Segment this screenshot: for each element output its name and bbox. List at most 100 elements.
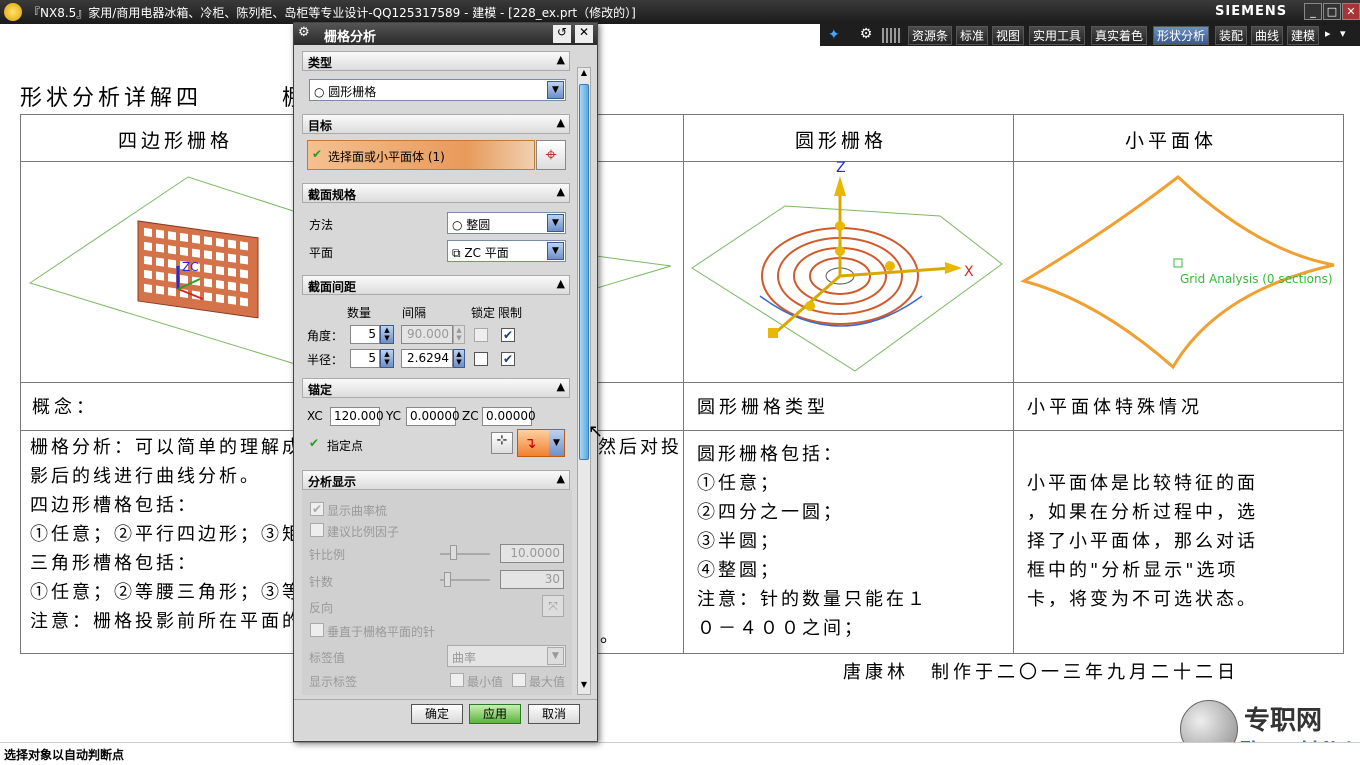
section-target-header[interactable]: 目标 ▲ (302, 114, 570, 134)
maximize-button[interactable]: □ (1323, 3, 1341, 20)
xc-input[interactable]: 120.000 (330, 407, 384, 426)
method-dropdown[interactable]: ○ 整圆 ▼ (447, 212, 566, 234)
plane-dropdown[interactable]: ⧉ ZC 平面 ▼ (447, 240, 566, 262)
tag-value-label: 标签值 (309, 651, 346, 665)
text-line: ④整圆； (697, 560, 781, 581)
dialog-gear-icon[interactable]: ⚙ (298, 25, 310, 40)
circle-icon: ○ (452, 218, 467, 232)
yc-label: YC (386, 409, 402, 423)
mouse-cursor-icon: ↖ (588, 421, 604, 442)
section-display-header[interactable]: 分析显示 ▲ (302, 470, 570, 490)
zc-input[interactable]: 0.00000 (482, 407, 536, 426)
tab-true-shading[interactable]: 真实着色 (1091, 26, 1148, 45)
radius-lock-checkbox[interactable] (474, 352, 488, 366)
chevron-down-icon[interactable]: ▼ (547, 242, 564, 260)
tab-curve[interactable]: 曲线 (1251, 26, 1284, 45)
radius-limit-checkbox[interactable]: ✔ (501, 352, 515, 366)
toolbar-options-icon[interactable]: ▾ (1340, 27, 1356, 43)
collapse-icon[interactable]: ▲ (557, 53, 565, 66)
scroll-thumb[interactable] (579, 84, 589, 460)
collapse-icon[interactable]: ▲ (557, 185, 565, 198)
brand-label: SIEMENS (1215, 4, 1288, 19)
scroll-up-icon[interactable]: ▲ (579, 68, 589, 82)
col1-text: 栅格分析：可以简单的理解成 影后的线进行曲线分析。 四边形槽格包括： ①任意；②… (30, 433, 303, 636)
minimize-button[interactable]: _ (1304, 3, 1322, 20)
facet-special-label: 小平面体特殊情况 (1027, 397, 1203, 418)
section-spacing-header[interactable]: 截面间距 ▲ (302, 275, 570, 295)
tab-standard[interactable]: 标准 (956, 26, 989, 45)
point-type-button[interactable]: ↴ ▼ (517, 429, 565, 457)
collapse-icon[interactable]: ▲ (557, 116, 565, 129)
tab-shape-analysis[interactable]: 形状分析 (1153, 26, 1210, 45)
grid-icon[interactable] (882, 28, 902, 43)
dialog-title: 栅格分析 (324, 30, 377, 45)
text-line: 卡，将变为不可选状态。 (1027, 589, 1258, 610)
zc-axis-label: ZC (182, 260, 199, 274)
col-interval-label: 间隔 (402, 306, 427, 320)
slider-handle (444, 572, 451, 587)
chevron-down-icon[interactable]: ▼ (547, 81, 564, 99)
select-face-row[interactable]: ✔ 选择面或小平面体 (1) (307, 140, 535, 170)
radius-label: 半径： (307, 353, 344, 367)
radius-count-input[interactable]: 5 (350, 349, 380, 368)
check-icon: ✔ (312, 147, 323, 161)
angle-interval-spinner: ▲ ▼ (453, 325, 465, 344)
reset-icon[interactable]: ↺ (553, 25, 571, 43)
gear-icon[interactable]: ⚙ (856, 26, 876, 44)
needle-count-label: 针数 (309, 575, 334, 589)
collapse-icon[interactable]: ▲ (557, 277, 565, 290)
bird-icon[interactable]: ✦ (828, 27, 848, 44)
col-count-label: 数量 (347, 306, 372, 320)
needle-scale-label: 针比例 (309, 548, 346, 562)
col-title-circular: 圆形栅格 (795, 130, 888, 152)
section-anchor-header[interactable]: 锚定 ▲ (302, 378, 570, 398)
min-label: 最小值 (467, 675, 504, 689)
nx-logo-icon (4, 3, 22, 21)
title-bar: 『NX8.5』家用/商用电器冰箱、冷柜、陈列柜、岛柜等专业设计-QQ125317… (0, 0, 1360, 24)
angle-count-input[interactable]: 5 (350, 325, 380, 344)
radius-count-spinner[interactable]: ▲ ▼ (380, 349, 394, 368)
text-line: ０－４００之间； (697, 618, 865, 639)
section-label: 目标 (308, 119, 333, 133)
chevron-down-icon[interactable]: ▼ (549, 430, 564, 456)
section-spec-header[interactable]: 截面规格 ▲ (302, 183, 570, 203)
section-type-header[interactable]: 类型 ▲ (302, 51, 570, 71)
text-line: 小平面体是比较特征的面 (1027, 473, 1258, 494)
tab-utility[interactable]: 实用工具 (1029, 26, 1086, 45)
text-line: ②四分之一圆； (697, 502, 844, 523)
needle-count-input: 30 (500, 570, 564, 589)
graphics-window[interactable]: 形状分析详解四 棚 四边形栅格 圆形栅格 小平面体 ZC (0, 46, 1360, 758)
apply-button[interactable]: 应用 (469, 704, 521, 724)
scroll-down-icon[interactable]: ▼ (579, 680, 589, 694)
circle-icon: ○ (314, 85, 329, 99)
collapse-icon[interactable]: ▲ (557, 380, 565, 393)
text-line: 三角形槽格包括： (30, 553, 198, 574)
ok-button[interactable]: 确定 (411, 704, 463, 724)
col2-text-line: 。 (600, 626, 621, 647)
dialog-scrollbar[interactable]: ▲ ▼ (577, 67, 591, 695)
table-divider (20, 161, 1344, 162)
text-line: ③半圆； (697, 531, 781, 552)
point-dialog-icon[interactable]: ⊹ (491, 432, 513, 454)
status-bar: 选择对象以自动判断点 (0, 742, 1360, 765)
yc-input[interactable]: 0.00000 (406, 407, 460, 426)
tab-resource-bar[interactable]: 资源条 (908, 26, 953, 45)
divider (294, 699, 597, 700)
dialog-close-icon[interactable]: ✕ (575, 25, 593, 43)
more-arrow-icon[interactable]: ▸ (1325, 27, 1335, 40)
angle-limit-checkbox[interactable]: ✔ (501, 328, 515, 342)
window-title: 『NX8.5』家用/商用电器冰箱、冷柜、陈列柜、岛柜等专业设计-QQ125317… (28, 6, 636, 20)
cancel-button[interactable]: 取消 (528, 704, 580, 724)
type-dropdown[interactable]: ○ 圆形栅格 ▼ (309, 79, 566, 101)
radius-interval-input[interactable]: 2.6294 (401, 349, 453, 368)
angle-count-spinner[interactable]: ▲ ▼ (380, 325, 394, 344)
close-button[interactable]: ✕ (1342, 3, 1360, 20)
chevron-down-icon[interactable]: ▼ (547, 214, 564, 232)
tab-assembly[interactable]: 装配 (1215, 26, 1248, 45)
collapse-icon[interactable]: ▲ (557, 472, 565, 485)
tab-modeling[interactable]: 建模 (1287, 26, 1320, 45)
crosshair-icon[interactable]: ⌖ (536, 140, 566, 170)
angle-lock-checkbox (474, 328, 488, 342)
radius-interval-spinner[interactable]: ▲ ▼ (453, 349, 465, 368)
tab-view[interactable]: 视图 (992, 26, 1025, 45)
